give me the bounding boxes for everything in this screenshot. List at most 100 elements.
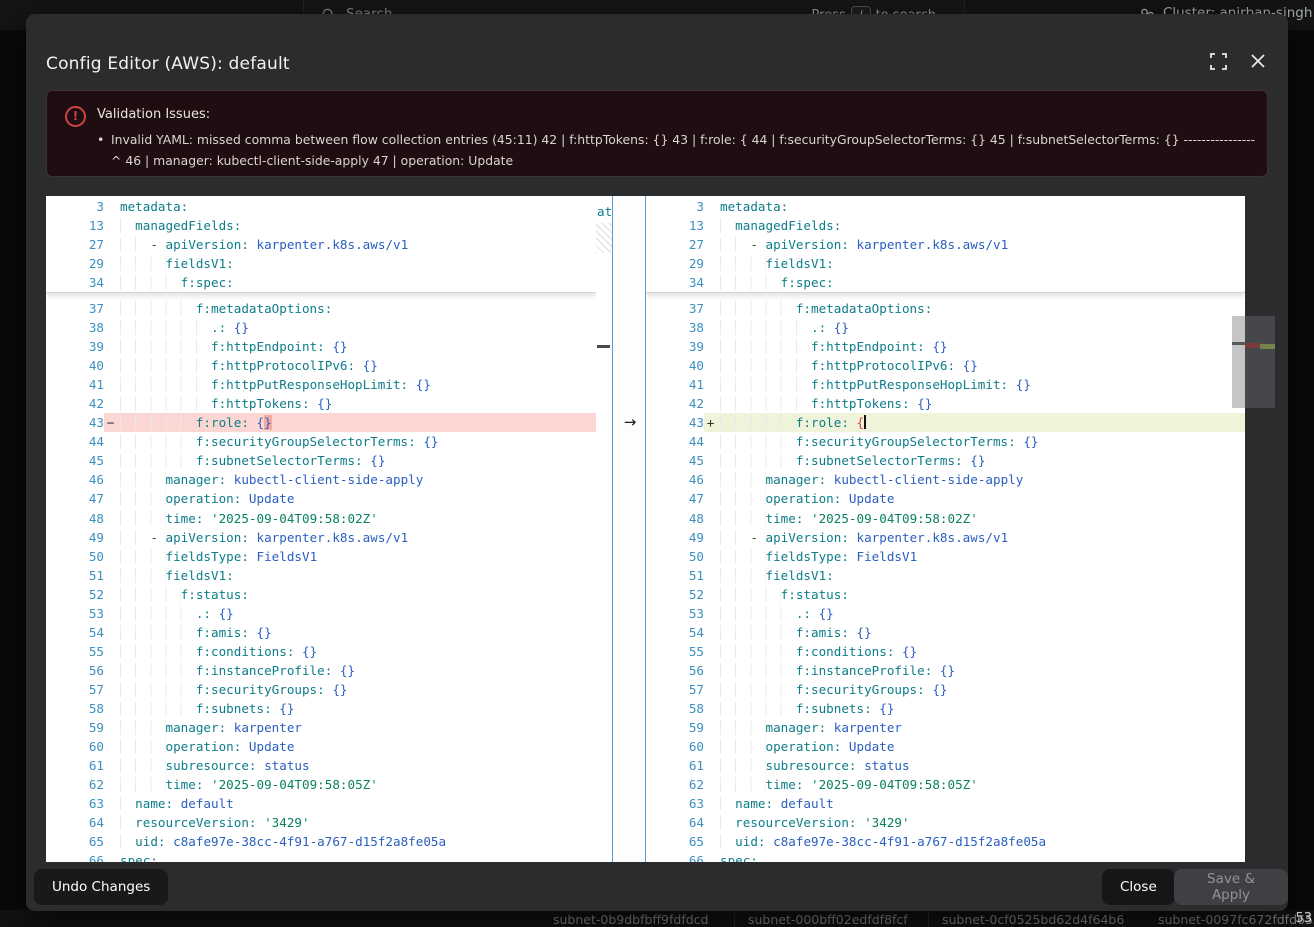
close-button[interactable]: Close [1102, 869, 1175, 905]
modified-pane[interactable]: 3metadata:13 managedFields:27 - apiVersi… [646, 196, 1245, 862]
code-line[interactable]: 56 f:instanceProfile: {} [46, 661, 596, 680]
code-line[interactable]: 13 managedFields: [46, 216, 596, 235]
code-line[interactable]: 65 uid: c8afe97e-38cc-4f91-a767-d15f2a8f… [646, 832, 1245, 851]
code-line[interactable]: 47 operation: Update [46, 489, 596, 508]
scrollbar-slider[interactable] [1232, 316, 1245, 408]
code-line[interactable]: 45 f:subnetSelectorTerms: {} [46, 451, 596, 470]
code-line[interactable]: 59 manager: karpenter [646, 718, 1245, 737]
code-line[interactable]: 40 f:httpProtocolIPv6: {} [46, 356, 596, 375]
code-line[interactable]: 51 fieldsV1: [646, 566, 1245, 585]
line-text: name: default [117, 794, 596, 813]
subnet-cell: subnet-0097fc672fdfd653 [1158, 912, 1314, 927]
change-indicator [104, 470, 117, 489]
change-indicator [104, 775, 117, 794]
code-line[interactable]: 61 subresource: status [46, 756, 596, 775]
code-line[interactable]: 58 f:subnets: {} [646, 699, 1245, 718]
code-line[interactable]: 55 f:conditions: {} [646, 642, 1245, 661]
code-line[interactable]: 3metadata: [46, 197, 596, 216]
original-code[interactable]: 37 f:metadataOptions:38 .: {}39 f:httpEn… [46, 299, 596, 862]
code-line[interactable]: 49 - apiVersion: karpenter.k8s.aws/v1 [646, 528, 1245, 547]
code-line[interactable]: 39 f:httpEndpoint: {} [646, 337, 1245, 356]
revert-change-arrow[interactable]: → [620, 413, 640, 432]
code-line[interactable]: 52 f:status: [46, 585, 596, 604]
code-line[interactable]: 58 f:subnets: {} [46, 699, 596, 718]
code-line[interactable]: 41 f:httpPutResponseHopLimit: {} [646, 375, 1245, 394]
code-line[interactable]: 52 f:status: [646, 585, 1245, 604]
modified-code[interactable]: 37 f:metadataOptions:38 .: {}39 f:httpEn… [646, 299, 1245, 862]
code-line[interactable]: 57 f:securityGroups: {} [646, 680, 1245, 699]
code-line[interactable]: 55 f:conditions: {} [46, 642, 596, 661]
code-line[interactable]: 46 manager: kubectl-client-side-apply [646, 470, 1245, 489]
code-line[interactable]: 62 time: '2025-09-04T09:58:05Z' [46, 775, 596, 794]
code-line[interactable]: 37 f:metadataOptions: [646, 299, 1245, 318]
code-line[interactable]: 64 resourceVersion: '3429' [46, 813, 596, 832]
code-line[interactable]: 51 fieldsV1: [46, 566, 596, 585]
code-line[interactable]: 63 name: default [46, 794, 596, 813]
code-line[interactable]: 48 time: '2025-09-04T09:58:02Z' [46, 509, 596, 528]
code-line[interactable]: 66spec: [46, 851, 596, 862]
code-line-added[interactable]: 43+ f:role: { [646, 413, 1245, 432]
code-line[interactable]: 47 operation: Update [646, 489, 1245, 508]
code-line[interactable]: 50 fieldsType: FieldsV1 [646, 547, 1245, 566]
code-line[interactable]: 53 .: {} [646, 604, 1245, 623]
code-line[interactable]: 41 f:httpPutResponseHopLimit: {} [46, 375, 596, 394]
change-indicator [104, 699, 117, 718]
ruler-deleted-mark [1245, 343, 1261, 348]
diff-overview-ruler[interactable] [1245, 196, 1275, 862]
code-line[interactable]: 13 managedFields: [646, 216, 1245, 235]
line-number: 56 [46, 661, 104, 680]
code-line[interactable]: 45 f:subnetSelectorTerms: {} [646, 451, 1245, 470]
undo-changes-button[interactable]: Undo Changes [34, 869, 168, 905]
code-line[interactable]: 54 f:amis: {} [646, 623, 1245, 642]
code-line[interactable]: 57 f:securityGroups: {} [46, 680, 596, 699]
code-line[interactable]: 64 resourceVersion: '3429' [646, 813, 1245, 832]
code-line[interactable]: 48 time: '2025-09-04T09:58:02Z' [646, 509, 1245, 528]
change-indicator [704, 356, 717, 375]
change-indicator [704, 528, 717, 547]
code-line[interactable]: 62 time: '2025-09-04T09:58:05Z' [646, 775, 1245, 794]
code-line[interactable]: 63 name: default [646, 794, 1245, 813]
code-line[interactable]: 37 f:metadataOptions: [46, 299, 596, 318]
yaml-diff-editor[interactable]: 3metadata:13 managedFields:27 - apiVersi… [46, 196, 1275, 862]
code-line[interactable]: 44 f:securityGroupSelectorTerms: {} [46, 432, 596, 451]
code-line[interactable]: 60 operation: Update [646, 737, 1245, 756]
line-text: f:role: { [717, 413, 1245, 432]
line-number: 57 [46, 680, 104, 699]
code-line[interactable]: 56 f:instanceProfile: {} [646, 661, 1245, 680]
line-number: 3 [646, 197, 704, 216]
code-line[interactable]: 42 f:httpTokens: {} [646, 394, 1245, 413]
code-line[interactable]: 65 uid: c8afe97e-38cc-4f91-a767-d15f2a8f… [46, 832, 596, 851]
code-line[interactable]: 38 .: {} [646, 318, 1245, 337]
code-line[interactable]: 39 f:httpEndpoint: {} [46, 337, 596, 356]
code-line[interactable]: 42 f:httpTokens: {} [46, 394, 596, 413]
code-line-removed[interactable]: 43− f:role: {} [46, 413, 596, 432]
code-line[interactable]: 40 f:httpProtocolIPv6: {} [646, 356, 1245, 375]
code-line[interactable]: 49 - apiVersion: karpenter.k8s.aws/v1 [46, 528, 596, 547]
fullscreen-button[interactable] [1206, 50, 1230, 74]
code-line[interactable]: 29 fieldsV1: [46, 254, 596, 273]
code-line[interactable]: 61 subresource: status [646, 756, 1245, 775]
code-line[interactable]: 44 f:securityGroupSelectorTerms: {} [646, 432, 1245, 451]
line-number: 43 [646, 413, 704, 432]
code-line[interactable]: 50 fieldsType: FieldsV1 [46, 547, 596, 566]
code-line[interactable]: 38 .: {} [46, 318, 596, 337]
line-text: subresource: status [717, 756, 1245, 775]
code-line[interactable]: 3metadata: [646, 197, 1245, 216]
close-dialog-button[interactable] [1246, 50, 1270, 74]
code-line[interactable]: 46 manager: kubectl-client-side-apply [46, 470, 596, 489]
change-indicator [104, 661, 117, 680]
original-sticky-scroll: 3metadata:13 managedFields:27 - apiVersi… [46, 196, 596, 293]
code-line[interactable]: 66spec: [646, 851, 1245, 862]
code-line[interactable]: 53 .: {} [46, 604, 596, 623]
code-line[interactable]: 34 f:spec: [646, 273, 1245, 292]
code-line[interactable]: 34 f:spec: [46, 273, 596, 292]
original-pane[interactable]: 3metadata:13 managedFields:27 - apiVersi… [46, 196, 596, 862]
code-line[interactable]: 27 - apiVersion: karpenter.k8s.aws/v1 [46, 235, 596, 254]
code-line[interactable]: 54 f:amis: {} [46, 623, 596, 642]
code-line[interactable]: 60 operation: Update [46, 737, 596, 756]
save-apply-button[interactable]: Save & Apply [1174, 869, 1288, 905]
code-line[interactable]: 29 fieldsV1: [646, 254, 1245, 273]
original-scrollbar-zone[interactable]: at [596, 196, 612, 862]
code-line[interactable]: 27 - apiVersion: karpenter.k8s.aws/v1 [646, 235, 1245, 254]
code-line[interactable]: 59 manager: karpenter [46, 718, 596, 737]
